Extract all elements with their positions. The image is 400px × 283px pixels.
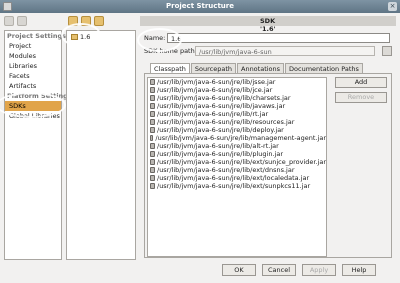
browse-button[interactable] <box>382 46 392 56</box>
sidebar-item-sdks[interactable]: SDKs <box>5 101 61 111</box>
list-item[interactable]: /usr/lib/jvm/java-6-sun/jre/lib/ext/dnsn… <box>148 166 326 174</box>
list-item[interactable]: /usr/lib/jvm/java-6-sun/jre/lib/ext/sunj… <box>148 158 326 166</box>
remove-button[interactable]: Remove <box>335 92 387 103</box>
path-label: /usr/lib/jvm/java-6-sun/jre/lib/charsets… <box>157 94 291 102</box>
list-item[interactable]: /usr/lib/jvm/java-6-sun/jre/lib/resource… <box>148 118 326 126</box>
sidebar-item-facets[interactable]: Facets <box>5 71 61 81</box>
path-label: /usr/lib/jvm/java-6-sun/jre/lib/manageme… <box>155 134 326 142</box>
sdk-list-item[interactable]: 1.6 <box>69 33 92 41</box>
help-button[interactable]: Help <box>342 264 376 276</box>
name-row: Name: 1.6 <box>144 33 390 43</box>
jar-icon <box>150 95 155 101</box>
sdk-detail-panel: SDK '1.6' Name: 1.6 SDK home path: /usr/… <box>140 16 396 260</box>
list-item[interactable]: /usr/lib/jvm/java-6-sun/jre/lib/jsse.jar <box>148 78 326 86</box>
add-icon[interactable] <box>68 16 78 26</box>
jar-icon <box>150 119 155 125</box>
sidebar-item-libraries[interactable]: Libraries <box>5 61 61 71</box>
classpath-panel: /usr/lib/jvm/java-6-sun/jre/lib/jsse.jar… <box>144 73 392 258</box>
ok-button[interactable]: OK <box>222 264 256 276</box>
sdk-list: 1.6 <box>66 30 136 260</box>
jar-icon <box>150 103 155 109</box>
home-path-row: SDK home path: /usr/lib/jvm/java-6-sun <box>144 46 375 56</box>
list-item[interactable]: /usr/lib/jvm/java-6-sun/jre/lib/rt.jar <box>148 110 326 118</box>
list-item[interactable]: /usr/lib/jvm/java-6-sun/jre/lib/alt-rt.j… <box>148 142 326 150</box>
jar-icon <box>150 183 155 189</box>
add-button[interactable]: Add <box>335 77 387 88</box>
project-settings-header: Project Settings <box>7 32 66 40</box>
list-item[interactable]: /usr/lib/jvm/java-6-sun/jre/lib/javaws.j… <box>148 102 326 110</box>
list-item[interactable]: /usr/lib/jvm/java-6-sun/jre/lib/manageme… <box>148 134 326 142</box>
name-field[interactable]: 1.6 <box>167 33 390 43</box>
dialog-buttons: OK Cancel Apply Help <box>222 264 376 276</box>
sdk-list-item-label: 1.6 <box>80 33 91 41</box>
path-label: /usr/lib/jvm/java-6-sun/jre/lib/ext/loca… <box>157 174 310 182</box>
back-arrow-icon[interactable] <box>4 16 14 26</box>
left-toolbar <box>4 16 27 28</box>
sidebar-item-global-libraries[interactable]: Global Libraries <box>5 111 61 121</box>
list-item[interactable]: /usr/lib/jvm/java-6-sun/jre/lib/ext/sunp… <box>148 182 326 190</box>
path-label: /usr/lib/jvm/java-6-sun/jre/lib/alt-rt.j… <box>157 142 279 150</box>
jar-icon <box>150 79 155 85</box>
path-label: /usr/lib/jvm/java-6-sun/jre/lib/javaws.j… <box>157 102 286 110</box>
path-label: /usr/lib/jvm/java-6-sun/jre/lib/ext/dnsn… <box>157 166 295 174</box>
path-label: /usr/lib/jvm/java-6-sun/jre/lib/plugin.j… <box>157 150 284 158</box>
list-item[interactable]: /usr/lib/jvm/java-6-sun/jre/lib/deploy.j… <box>148 126 326 134</box>
name-label: Name: <box>144 34 166 42</box>
sidebar-item-project[interactable]: Project <box>5 41 61 51</box>
apply-button[interactable]: Apply <box>302 264 336 276</box>
cancel-button[interactable]: Cancel <box>262 264 296 276</box>
window-title: Project Structure <box>166 2 234 10</box>
close-icon[interactable]: × <box>388 2 397 11</box>
sidebar-item-modules[interactable]: Modules <box>5 51 61 61</box>
sdk-header: SDK '1.6' <box>140 16 396 33</box>
settings-sidebar: Project Settings Project Modules Librari… <box>4 30 72 260</box>
find-icon[interactable] <box>94 16 104 26</box>
list-item[interactable]: /usr/lib/jvm/java-6-sun/jre/lib/plugin.j… <box>148 150 326 158</box>
path-label: /usr/lib/jvm/java-6-sun/jre/lib/ext/sunp… <box>157 182 311 190</box>
classpath-list[interactable]: /usr/lib/jvm/java-6-sun/jre/lib/jsse.jar… <box>147 77 327 257</box>
sdk-toolbar <box>68 16 104 26</box>
home-path-label: SDK home path: <box>144 47 197 55</box>
platform-settings-header: Platform Settings <box>7 92 72 100</box>
jar-icon <box>150 151 155 157</box>
list-item[interactable]: /usr/lib/jvm/java-6-sun/jre/lib/ext/loca… <box>148 174 326 182</box>
title-bar: Project Structure × <box>0 0 400 13</box>
path-label: /usr/lib/jvm/java-6-sun/jre/lib/ext/sunj… <box>156 158 326 166</box>
jar-icon <box>150 135 154 141</box>
forward-arrow-icon[interactable] <box>17 16 27 26</box>
folder-icon <box>71 34 78 40</box>
jar-icon <box>150 167 155 173</box>
jar-icon <box>150 87 155 93</box>
remove-icon[interactable] <box>81 16 91 26</box>
path-label: /usr/lib/jvm/java-6-sun/jre/lib/resource… <box>157 118 295 126</box>
list-item[interactable]: /usr/lib/jvm/java-6-sun/jre/lib/charsets… <box>148 94 326 102</box>
jar-icon <box>150 143 155 149</box>
path-label: /usr/lib/jvm/java-6-sun/jre/lib/rt.jar <box>157 110 269 118</box>
jar-icon <box>150 175 155 181</box>
path-label: /usr/lib/jvm/java-6-sun/jre/lib/jce.jar <box>157 86 273 94</box>
jar-icon <box>150 127 155 133</box>
path-label: /usr/lib/jvm/java-6-sun/jre/lib/jsse.jar <box>157 78 276 86</box>
sidebar-item-artifacts[interactable]: Artifacts <box>5 81 61 91</box>
jar-icon <box>150 159 155 165</box>
jar-icon <box>150 111 155 117</box>
home-path-field: /usr/lib/jvm/java-6-sun <box>195 46 375 56</box>
path-label: /usr/lib/jvm/java-6-sun/jre/lib/deploy.j… <box>157 126 284 134</box>
classpath-buttons: Add Remove <box>335 77 387 103</box>
list-item[interactable]: /usr/lib/jvm/java-6-sun/jre/lib/jce.jar <box>148 86 326 94</box>
